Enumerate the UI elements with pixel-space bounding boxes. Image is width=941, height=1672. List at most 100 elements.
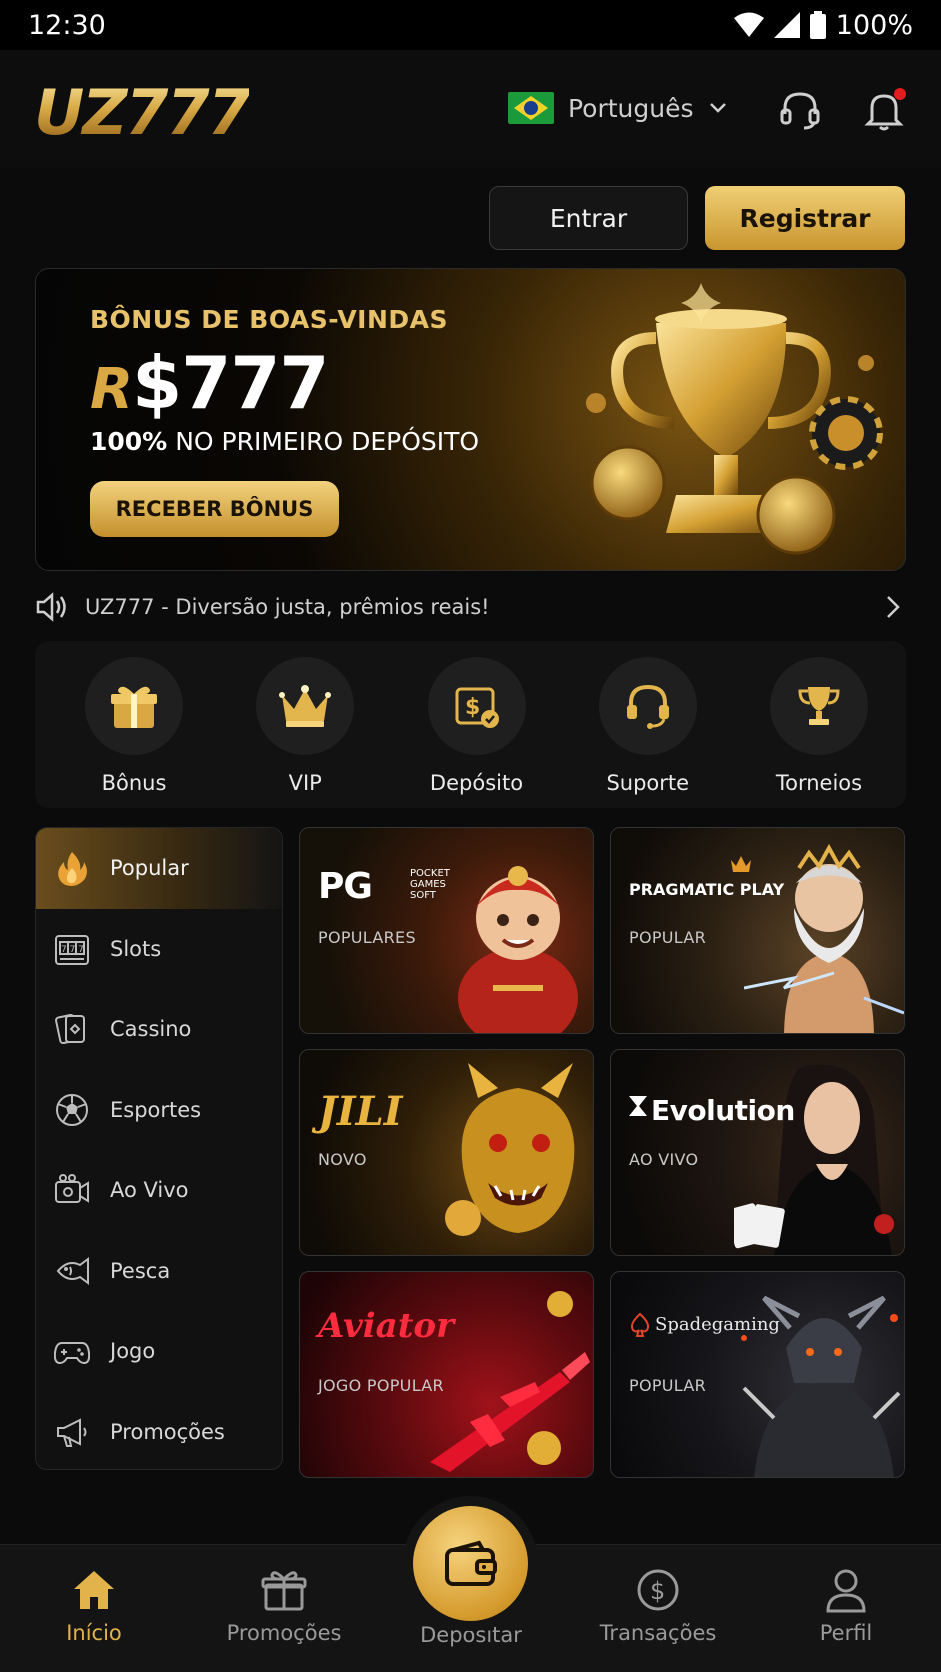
sidebar-item-label: Esportes (110, 1097, 202, 1122)
brazil-flag-icon (508, 92, 554, 124)
quick-bonus-circle (85, 657, 183, 755)
deposit-fab-button[interactable] (413, 1506, 528, 1621)
provider-card-pg[interactable]: PG POCKET GAMES SOFT POPULARES (299, 827, 594, 1034)
provider-tag: POPULARES (318, 928, 416, 947)
language-selector[interactable]: Português (508, 92, 728, 124)
sidebar-item-casino[interactable]: Cassino (36, 989, 282, 1070)
deposit-icon: $ (455, 687, 499, 728)
provider-tag: JOGO POPULAR (318, 1376, 444, 1395)
receive-bonus-button[interactable]: RECEBER BÔNUS (90, 481, 339, 537)
headset-icon (780, 92, 820, 130)
nav-promotions[interactable]: Promoções (214, 1545, 354, 1672)
support-headset-button[interactable] (778, 88, 822, 132)
spade-icon (630, 1312, 650, 1337)
dealer-illustration (734, 1064, 894, 1255)
banner-percent: 100% (90, 427, 168, 456)
quick-support-circle (598, 657, 697, 755)
gamepad-icon (54, 1342, 90, 1365)
banner-subtitle: 100% NO PRIMEIRO DEPÓSITO (90, 427, 479, 456)
sidebar-item-live[interactable]: Ao Vivo (36, 1150, 282, 1231)
currency-symbol: R (90, 357, 133, 422)
aviator-plane-illustration (430, 1291, 590, 1472)
nav-deposit-label: Depositar (420, 1623, 522, 1647)
provider-card-spadegaming[interactable]: Spadegaming POPULAR (610, 1271, 905, 1478)
wallet-icon (444, 1540, 497, 1586)
provider-card-pragmatic[interactable]: PRAGMATIC PLAY POPULAR (610, 827, 905, 1034)
slot-machine-icon: 7 7 7 (55, 934, 89, 965)
announcement-text: UZ777 - Diversão justa, prêmios reais! (85, 595, 490, 619)
banner-kicker: BÔNUS DE BOAS-VINDAS (90, 305, 448, 334)
quick-tournaments[interactable]: Torneios (754, 657, 884, 808)
status-time: 12:30 (28, 9, 106, 41)
quick-vip[interactable]: VIP (240, 657, 370, 808)
status-bar: 12:30 100% (0, 0, 941, 50)
quick-tournaments-circle (770, 657, 868, 755)
sidebar-item-label: Jogo (110, 1339, 156, 1364)
app-header: UZ777 Português (0, 50, 941, 168)
sidebar-item-fishing[interactable]: Pesca (36, 1231, 282, 1312)
provider-tag: POPULAR (629, 928, 707, 947)
nav-home[interactable]: Início (24, 1545, 164, 1672)
announcement-bar[interactable]: UZ777 - Diversão justa, prêmios reais! (35, 590, 906, 624)
register-button[interactable]: Registrar (705, 186, 905, 250)
headset-icon (626, 684, 669, 729)
sidebar-item-label: Cassino (110, 1017, 192, 1042)
sidebar-item-label: Popular (110, 856, 189, 881)
megaphone-icon (57, 1418, 87, 1447)
speaker-icon (36, 592, 66, 622)
gift-icon (261, 1571, 307, 1611)
provider-logo: Aviator (318, 1306, 454, 1346)
battery-percent: 100% (835, 9, 913, 41)
provider-tag: POPULAR (629, 1376, 707, 1395)
login-button[interactable]: Entrar (489, 186, 688, 250)
wifi-icon (733, 12, 764, 37)
nav-profile[interactable]: Perfil (776, 1545, 916, 1672)
sidebar-item-popular[interactable]: Popular (36, 828, 282, 909)
svg-text:$: $ (650, 1577, 665, 1605)
quick-support[interactable]: Suporte (583, 657, 713, 808)
quick-bonus[interactable]: Bônus (69, 657, 199, 808)
provider-card-jili[interactable]: JILI NOVO (299, 1049, 594, 1256)
sidebar-item-label: Pesca (110, 1258, 171, 1283)
sidebar-item-label: Ao Vivo (110, 1178, 189, 1203)
welcome-bonus-banner[interactable]: BÔNUS DE BOAS-VINDAS R$777 100% NO PRIME… (35, 268, 906, 571)
quick-vip-circle (256, 657, 355, 755)
banner-amount: R$777 (90, 341, 330, 425)
trophy-icon (798, 687, 840, 725)
provider-card-aviator[interactable]: Aviator JOGO POPULAR (299, 1271, 594, 1478)
quick-bonus-label: Bônus (101, 771, 167, 795)
provider-tag: NOVO (318, 1150, 367, 1169)
provider-logo: PG (318, 866, 373, 907)
quick-support-label: Suporte (606, 771, 690, 795)
sidebar-item-slots[interactable]: 7 7 7 Slots (36, 909, 282, 990)
sidebar-item-sports[interactable]: Esportes (36, 1070, 282, 1151)
sidebar-item-label: Promoções (110, 1419, 225, 1444)
sidebar-item-game[interactable]: Jogo (36, 1311, 282, 1392)
sidebar-item-promotions[interactable]: Promoções (36, 1392, 282, 1470)
provider-logo: Evolution (651, 1094, 795, 1127)
chevron-right-icon[interactable] (884, 594, 902, 620)
fish-icon (56, 1256, 89, 1285)
cell-signal-icon (773, 12, 800, 38)
nav-promotions-label: Promoções (226, 1621, 342, 1645)
provider-tag: AO VIVO (629, 1150, 699, 1169)
sidebar-item-label: Slots (110, 936, 162, 961)
uz777-logo[interactable]: UZ777 (34, 76, 251, 149)
quick-deposit[interactable]: $ Depósito (412, 657, 542, 808)
provider-card-evolution[interactable]: Evolution AO VIVO (610, 1049, 905, 1256)
svg-text:$: $ (465, 695, 480, 720)
crown-icon (731, 856, 751, 872)
flame-icon (58, 852, 87, 887)
nav-home-label: Início (66, 1621, 122, 1645)
warrior-illustration (741, 1295, 901, 1477)
provider-sublogo: POCKET GAMES SOFT (410, 868, 450, 901)
provider-logo: Spadegaming (655, 1314, 780, 1335)
provider-logo: PRAGMATIC PLAY (629, 880, 785, 899)
quick-actions: Bônus VIP $ Depósito Suporte Torneios (35, 641, 906, 808)
nav-transactions[interactable]: $ Transações (588, 1545, 728, 1672)
crown-icon (279, 685, 332, 727)
notifications-button[interactable] (862, 88, 906, 132)
category-sidebar: Popular 7 7 7 Slots Cassino Esportes Ao … (35, 827, 283, 1470)
cards-icon (55, 1014, 85, 1045)
amount-value: $777 (132, 341, 329, 425)
